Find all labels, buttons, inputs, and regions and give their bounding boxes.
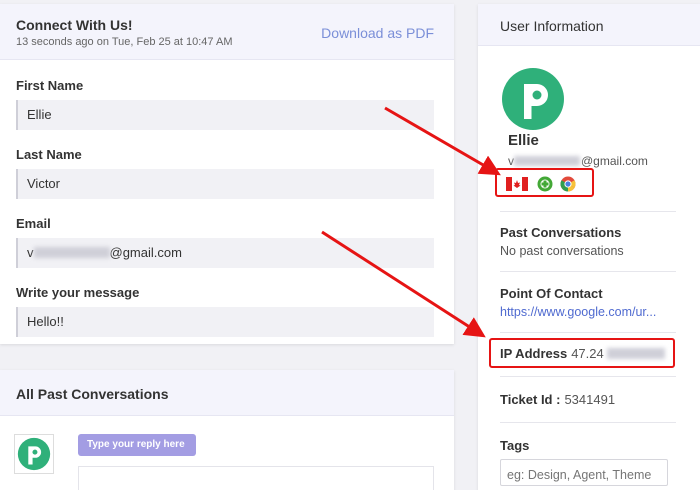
tags-input[interactable] xyxy=(500,459,668,486)
point-of-contact-link[interactable]: https://www.google.com/ur... xyxy=(500,305,680,319)
form-header: Connect With Us! 13 seconds ago on Tue, … xyxy=(0,4,454,60)
email-redaction xyxy=(33,247,110,259)
conversations-header: All Past Conversations xyxy=(0,370,454,416)
message-label: Write your message xyxy=(16,285,140,300)
user-name: Ellie xyxy=(508,132,539,149)
last-name-value: Victor xyxy=(16,169,434,199)
past-conversations-card: All Past Conversations Type your reply h… xyxy=(0,370,454,490)
user-email-redaction xyxy=(514,155,580,166)
user-avatar xyxy=(500,66,566,132)
user-email-domain: @gmail.com xyxy=(581,154,648,168)
divider xyxy=(500,271,676,272)
reply-textarea[interactable] xyxy=(78,466,434,490)
conversations-title: All Past Conversations xyxy=(16,386,169,402)
user-info-header: User Information xyxy=(478,4,700,46)
download-pdf-link[interactable]: Download as PDF xyxy=(321,25,434,41)
message-value: Hello!! xyxy=(16,307,434,337)
first-name-value: Ellie xyxy=(16,100,434,130)
last-name-label: Last Name xyxy=(16,147,82,162)
divider xyxy=(500,376,676,377)
contact-form-card: Connect With Us! 13 seconds ago on Tue, … xyxy=(0,4,454,344)
ip-highlight-box xyxy=(489,338,675,368)
user-info-title: User Information xyxy=(500,18,604,34)
ticket-id-row: Ticket Id :5341491 xyxy=(500,392,615,407)
divider xyxy=(500,211,676,212)
first-name-label: First Name xyxy=(16,78,84,93)
email-domain: @gmail.com xyxy=(109,245,182,260)
ticket-id-label: Ticket Id : xyxy=(500,392,561,407)
past-conversations-label: Past Conversations xyxy=(500,225,622,240)
past-conversations-value: No past conversations xyxy=(500,244,624,258)
brand-logo-icon xyxy=(14,434,54,474)
divider xyxy=(500,422,676,423)
email-label: Email xyxy=(16,216,51,231)
tags-label: Tags xyxy=(500,438,530,453)
reply-button[interactable]: Type your reply here xyxy=(78,434,196,456)
form-body: First Name Ellie Last Name Victor Email … xyxy=(0,60,454,337)
divider xyxy=(500,332,676,333)
badges-highlight-box xyxy=(495,168,594,197)
user-info-card: User Information Ellie v @gmail.com Past… xyxy=(478,4,700,490)
point-of-contact-label: Point Of Contact xyxy=(500,286,603,301)
user-email: v @gmail.com xyxy=(508,154,648,168)
email-value: v @gmail.com xyxy=(16,238,434,268)
ticket-id-value: 5341491 xyxy=(564,392,616,407)
